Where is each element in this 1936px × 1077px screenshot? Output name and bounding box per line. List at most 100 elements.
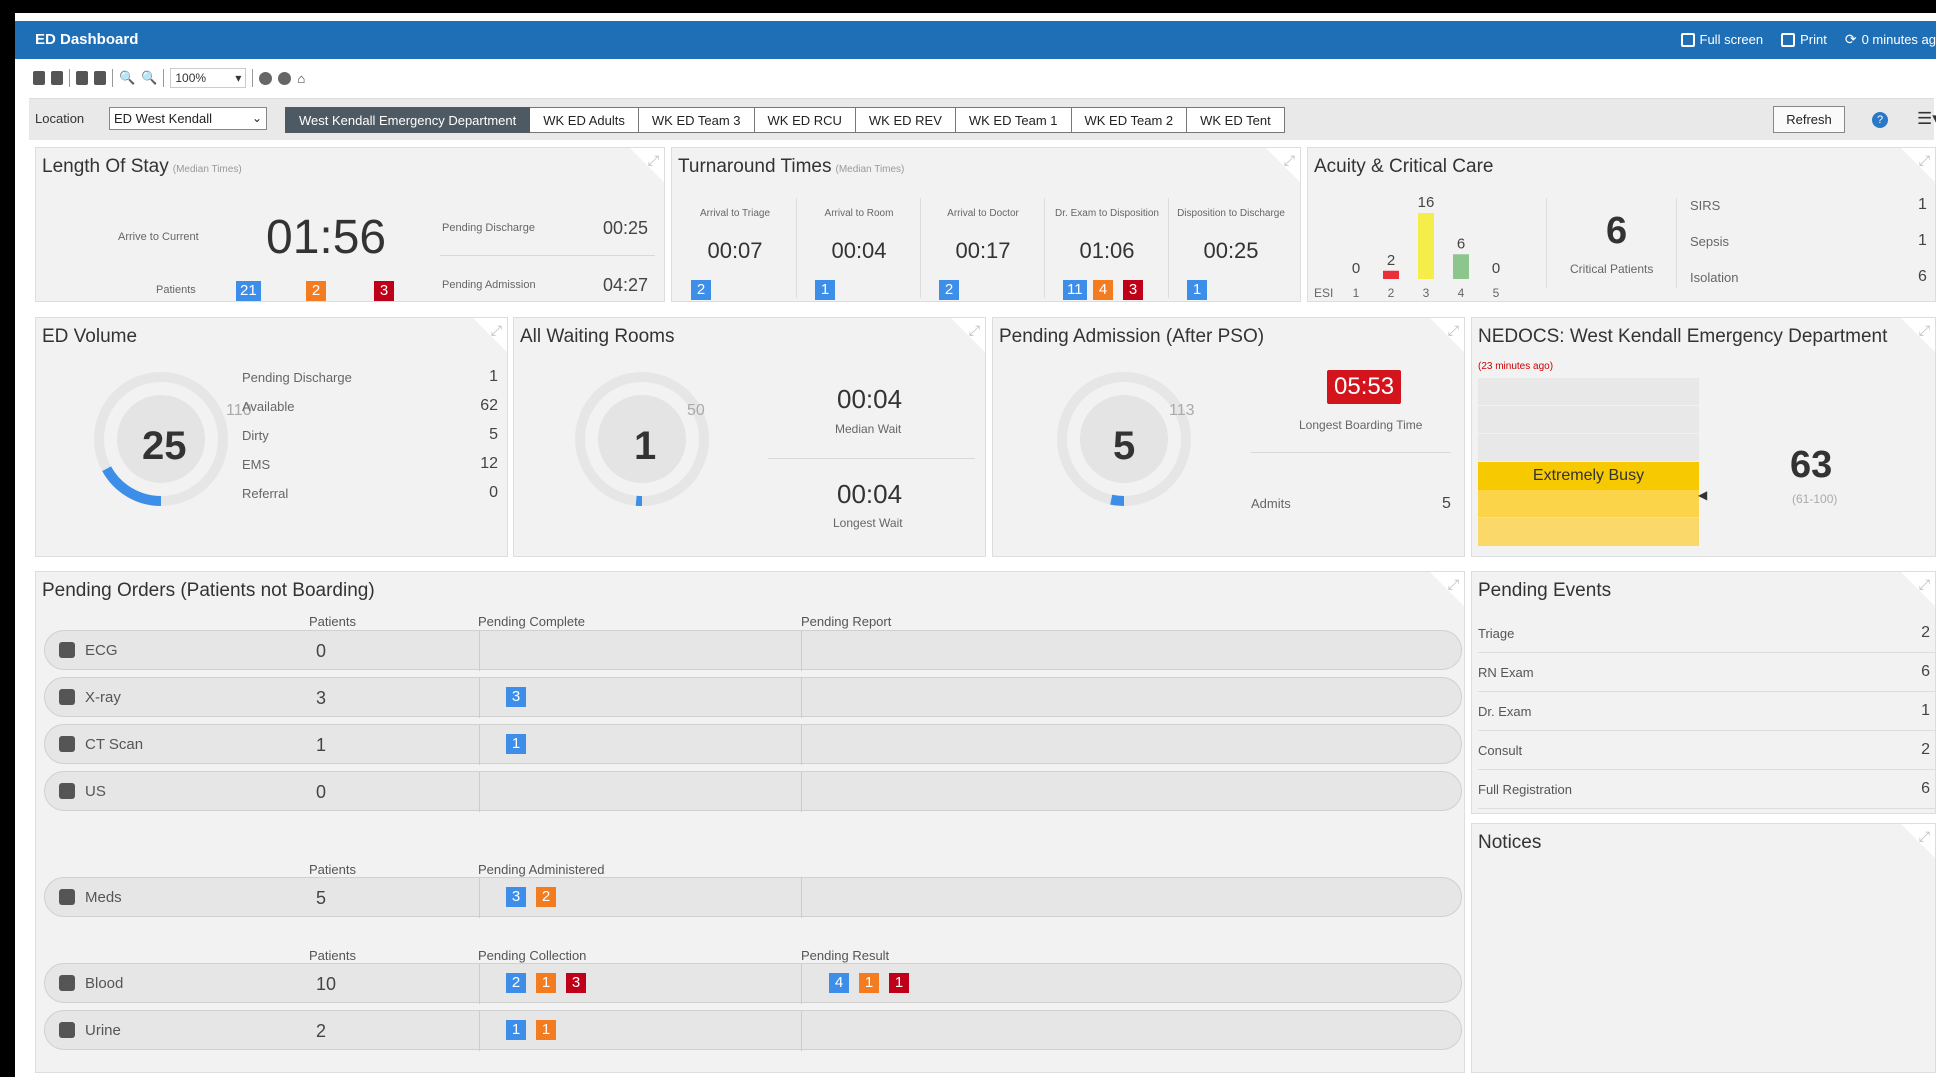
esi-count-label: 0 xyxy=(1352,260,1360,277)
event-row[interactable]: RN Exam 6 xyxy=(1478,653,1936,692)
expand-icon[interactable]: ⤢ xyxy=(1901,148,1935,182)
event-count: 1 xyxy=(1921,702,1930,719)
patients-badge-red[interactable]: 3 xyxy=(374,281,394,301)
event-row[interactable]: Dr. Exam 1 xyxy=(1478,692,1936,731)
esi-level-label: 2 xyxy=(1388,286,1395,300)
panel-title: All Waiting Rooms xyxy=(520,326,675,347)
zoom-in-icon[interactable]: 🔍 xyxy=(119,70,135,86)
count-badge[interactable]: 2 xyxy=(939,280,959,300)
count-badge[interactable]: 2 xyxy=(536,887,556,907)
expand-icon[interactable]: ⤢ xyxy=(1430,318,1464,352)
count-badge[interactable]: 11 xyxy=(1063,280,1087,300)
acuity-flag-value: 1 xyxy=(1918,196,1927,213)
expand-icon[interactable]: ⤢ xyxy=(630,148,664,182)
count-badge[interactable]: 1 xyxy=(815,280,835,300)
print-button[interactable]: Print xyxy=(1781,31,1827,48)
help-icon[interactable]: ? xyxy=(1872,112,1888,128)
count-badge[interactable]: 1 xyxy=(859,973,879,993)
location-tab[interactable]: WK ED Team 2 xyxy=(1071,107,1188,133)
event-row[interactable]: Triage 2 xyxy=(1478,614,1936,653)
order-row[interactable]: Blood 10 2 1 3 4 1 1 xyxy=(44,963,1462,1004)
esi-bar[interactable] xyxy=(1453,254,1469,279)
expand-icon[interactable]: ⤢ xyxy=(473,318,507,352)
pending-orders-panel: Pending Orders (Patients not Boarding) ⤢… xyxy=(35,571,1465,1073)
expand-icon[interactable]: ⤢ xyxy=(1266,148,1300,182)
forward-icon[interactable] xyxy=(278,71,292,85)
refresh-status[interactable]: ⟳ 0 minutes ag xyxy=(1845,31,1936,48)
acuity-flag-value: 1 xyxy=(1918,232,1927,249)
order-row[interactable]: X-ray 3 3 xyxy=(44,677,1462,718)
acuity-flag-label: Isolation xyxy=(1690,270,1739,285)
location-tabs: West Kendall Emergency Department WK ED A… xyxy=(285,107,1285,133)
order-row[interactable]: ECG 0 xyxy=(44,630,1462,671)
patients-badge-blue[interactable]: 21 xyxy=(236,281,261,301)
order-patients: 5 xyxy=(316,888,327,908)
count-badge[interactable]: 4 xyxy=(829,973,849,993)
expand-icon[interactable]: ⤢ xyxy=(1901,572,1935,606)
esi-bar[interactable] xyxy=(1418,213,1434,279)
home-icon[interactable]: ⌂ xyxy=(297,71,305,86)
turnaround-label: Dr. Exam to Disposition xyxy=(1055,208,1159,219)
median-wait-label: Median Wait xyxy=(835,422,902,436)
count-badge[interactable]: 1 xyxy=(1187,280,1207,300)
volume-row-value: 62 xyxy=(480,397,498,414)
longest-boarding-badge[interactable]: 05:53 xyxy=(1327,370,1402,404)
location-tab[interactable]: WK ED Team 3 xyxy=(638,107,755,133)
panel-title: Acuity & Critical Care xyxy=(1314,156,1494,177)
col-pending-report: Pending Report xyxy=(801,614,892,629)
expand-icon[interactable]: ⤢ xyxy=(1901,318,1935,352)
chevron-down-icon: ▾ xyxy=(235,71,242,85)
binoculars-icon[interactable] xyxy=(33,71,45,85)
order-row[interactable]: Meds 5 3 2 xyxy=(44,877,1462,918)
waiting-rooms-panel: All Waiting Rooms ⤢ 1 50 00:04 Median Wa… xyxy=(513,317,986,557)
count-badge[interactable]: 2 xyxy=(506,973,526,993)
expand-icon[interactable]: ⤢ xyxy=(951,318,985,352)
menu-icon[interactable]: ☰▾ xyxy=(1917,109,1936,129)
count-badge[interactable]: 3 xyxy=(566,973,586,993)
location-tab[interactable]: WK ED REV xyxy=(855,107,956,133)
syringe-icon xyxy=(59,889,75,905)
location-tab[interactable]: WK ED Adults xyxy=(530,107,639,133)
location-tab[interactable]: WK ED RCU xyxy=(754,107,856,133)
location-select[interactable]: ED West Kendall ⌄ xyxy=(109,107,267,130)
first-page-icon[interactable] xyxy=(76,71,88,85)
col-pending-administered: Pending Administered xyxy=(478,862,605,877)
zoom-select[interactable]: 100% ▾ xyxy=(170,68,247,88)
order-row[interactable]: US 0 xyxy=(44,771,1462,812)
event-row[interactable]: Full Registration 6 xyxy=(1478,770,1936,809)
count-badge[interactable]: 3 xyxy=(1123,280,1143,300)
page-icon[interactable] xyxy=(51,71,63,85)
order-row[interactable]: CT Scan 1 1 xyxy=(44,724,1462,765)
count-badge[interactable]: 3 xyxy=(506,887,526,907)
col-patients: Patients xyxy=(309,614,356,629)
count-badge[interactable]: 1 xyxy=(506,1020,526,1040)
count-badge[interactable]: 1 xyxy=(889,973,909,993)
back-icon[interactable] xyxy=(259,71,273,85)
printer-icon xyxy=(1781,32,1796,47)
count-badge[interactable]: 2 xyxy=(691,280,711,300)
zoom-out-icon[interactable]: 🔍 xyxy=(141,70,157,86)
location-tab[interactable]: West Kendall Emergency Department xyxy=(285,107,531,133)
order-row[interactable]: Urine 2 1 1 xyxy=(44,1010,1462,1051)
arrive-value: 01:56 xyxy=(266,211,387,264)
turnaround-times-panel: Turnaround Times (Median Times) ⤢ Arrival… xyxy=(671,147,1301,302)
patients-badge-orange[interactable]: 2 xyxy=(306,281,326,301)
expand-icon[interactable]: ⤢ xyxy=(1901,824,1935,858)
count-badge[interactable]: 1 xyxy=(536,973,556,993)
count-badge[interactable]: 3 xyxy=(506,687,526,707)
admits-label: Admits xyxy=(1251,496,1291,511)
fullscreen-button[interactable]: Full screen xyxy=(1680,31,1763,48)
count-badge[interactable]: 1 xyxy=(536,1020,556,1040)
longest-wait-value: 00:04 xyxy=(837,479,903,509)
location-tab[interactable]: WK ED Tent xyxy=(1187,107,1285,133)
order-name: Urine xyxy=(85,1022,121,1039)
last-page-icon[interactable] xyxy=(94,71,106,85)
expand-icon[interactable]: ⤢ xyxy=(1430,572,1464,606)
location-tab[interactable]: WK ED Team 1 xyxy=(955,107,1072,133)
event-row[interactable]: Consult 2 xyxy=(1478,731,1936,770)
esi-bar[interactable] xyxy=(1383,270,1399,279)
count-badge[interactable]: 1 xyxy=(506,734,526,754)
refresh-button[interactable]: Refresh xyxy=(1773,106,1845,133)
count-badge[interactable]: 4 xyxy=(1093,280,1113,300)
order-patients: 0 xyxy=(316,641,327,661)
